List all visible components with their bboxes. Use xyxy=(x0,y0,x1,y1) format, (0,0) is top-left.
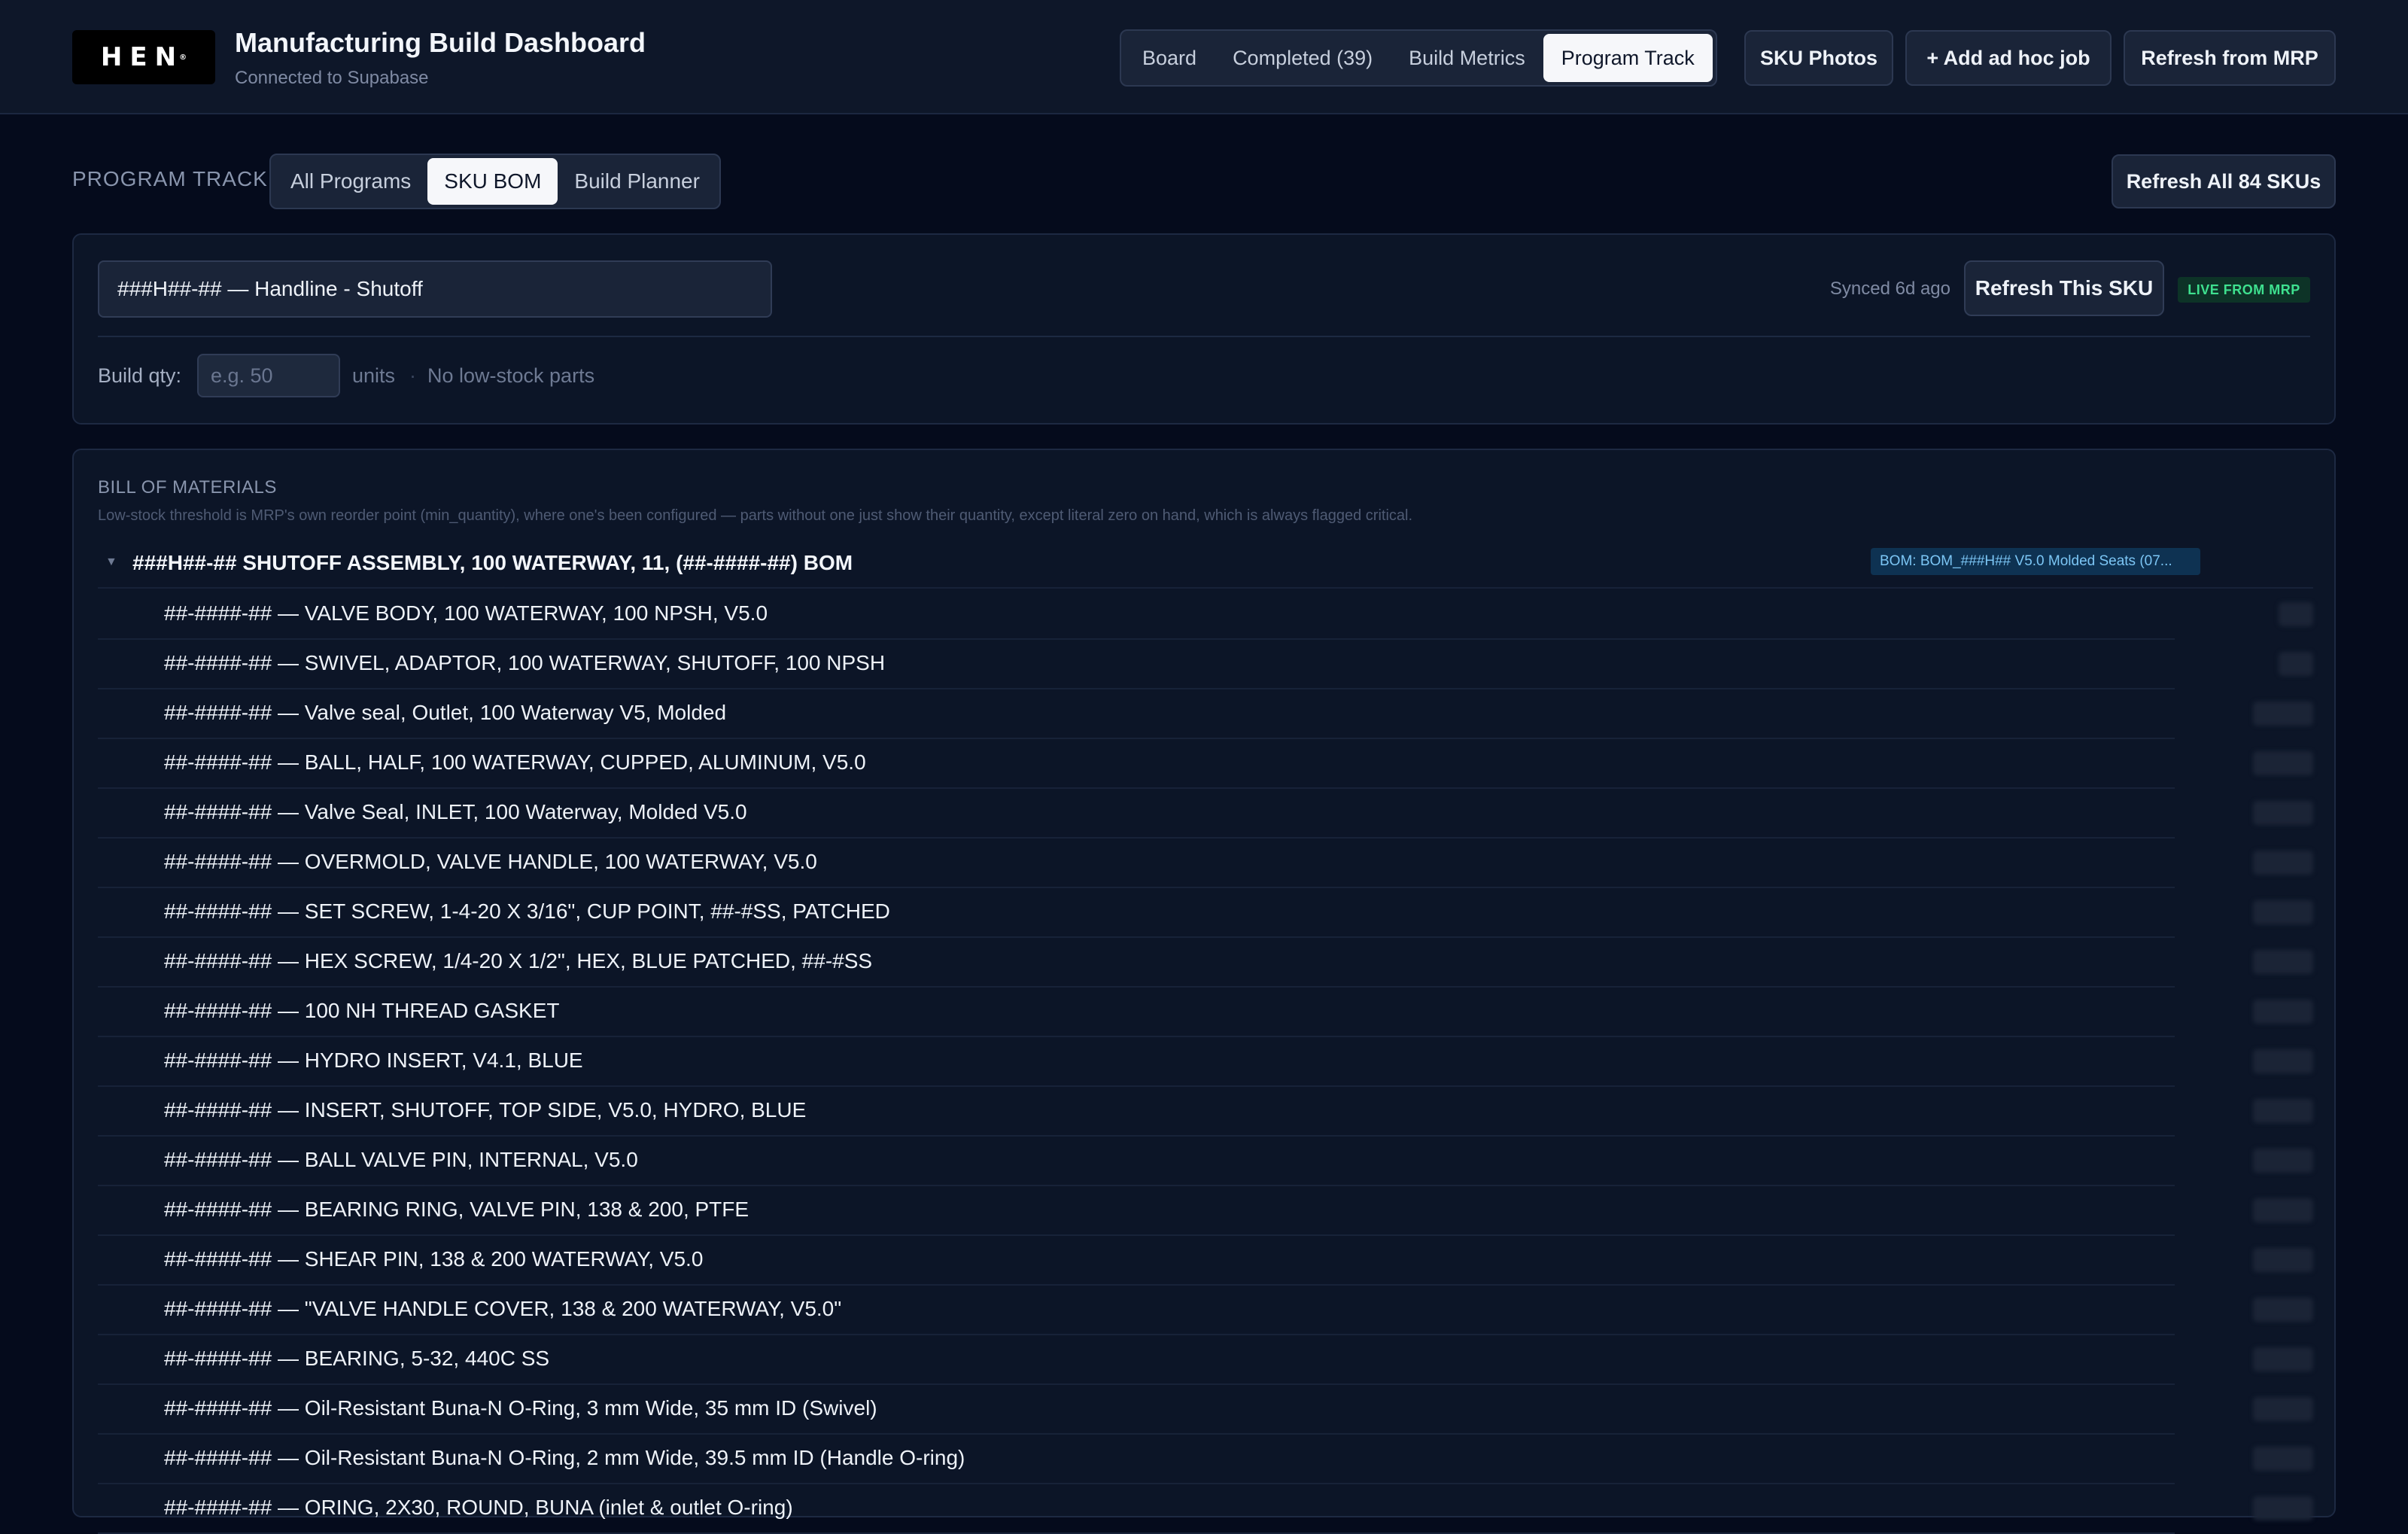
bom-part-label: ##-####-## — SET SCREW, 1-4-20 X 3/16", … xyxy=(164,899,890,923)
tab-completed[interactable]: Completed (39) xyxy=(1215,34,1391,82)
tab-build-metrics[interactable]: Build Metrics xyxy=(1391,34,1543,82)
bom-row: ##-####-## — Oil-Resistant Buna-N O-Ring… xyxy=(98,1385,2313,1435)
bom-row: ##-####-## — Valve seal, Outlet, 100 Wat… xyxy=(98,689,2313,739)
top-header: HEN ® Manufacturing Build Dashboard Conne… xyxy=(0,0,2408,114)
bom-part-label: ##-####-## — Oil-Resistant Buna-N O-Ring… xyxy=(164,1446,965,1469)
bom-row: ##-####-## — Oil-Resistant Buna-N O-Ring… xyxy=(98,1435,2313,1484)
redacted-quantity xyxy=(2253,1447,2313,1471)
hen-logo: HEN ® xyxy=(72,30,215,84)
redacted-quantity xyxy=(2253,1298,2313,1322)
tab-board[interactable]: Board xyxy=(1124,34,1215,82)
redacted-quantity xyxy=(2253,1347,2313,1371)
redacted-quantity xyxy=(2253,950,2313,974)
bom-row: ##-####-## — Valve Seal, INLET, 100 Wate… xyxy=(98,789,2313,839)
tab-build-planner[interactable]: Build Planner xyxy=(558,158,716,205)
bom-row: ##-####-## — ORING, 2X30, ROUND, BUNA (i… xyxy=(98,1484,2313,1534)
bom-part-label: ##-####-## — HEX SCREW, 1/4-20 X 1/2", H… xyxy=(164,949,873,972)
tab-sku-bom[interactable]: SKU BOM xyxy=(427,158,558,205)
main-nav-tabs: Board Completed (39) Build Metrics Progr… xyxy=(1120,29,1717,87)
bom-note: Low-stock threshold is MRP's own reorder… xyxy=(98,507,1413,524)
sku-panel: ###H##-## — Handline - Shutoff Synced 6d… xyxy=(72,233,2336,425)
bom-version-tag: BOM: BOM_###H## V5.0 Molded Seats (07... xyxy=(1871,548,2200,575)
bom-row: ##-####-## — OVERMOLD, VALVE HANDLE, 100… xyxy=(98,839,2313,888)
bom-part-label: ##-####-## — Valve seal, Outlet, 100 Wat… xyxy=(164,701,727,724)
bom-part-label: ##-####-## — BALL, HALF, 100 WATERWAY, C… xyxy=(164,750,866,774)
bom-part-label: ##-####-## — SWIVEL, ADAPTOR, 100 WATERW… xyxy=(164,651,886,674)
redacted-quantity xyxy=(2253,851,2313,875)
redacted-quantity xyxy=(2253,1049,2313,1073)
redacted-quantity xyxy=(2253,702,2313,726)
bom-row: ##-####-## — VALVE BODY, 100 WATERWAY, 1… xyxy=(98,590,2313,640)
program-track-label: PROGRAM TRACK xyxy=(72,167,268,190)
add-ad-hoc-job-button[interactable]: + Add ad hoc job xyxy=(1905,30,2112,86)
bom-row: ##-####-## — SWIVEL, ADAPTOR, 100 WATERW… xyxy=(98,640,2313,689)
low-stock-status: No low-stock parts xyxy=(427,364,595,387)
program-track-tabs: All Programs SKU BOM Build Planner xyxy=(269,154,721,209)
bom-row: ##-####-## — HYDRO INSERT, V4.1, BLUE xyxy=(98,1037,2313,1087)
redacted-quantity xyxy=(2253,751,2313,775)
bom-part-label: ##-####-## — SHEAR PIN, 138 & 200 WATERW… xyxy=(164,1247,704,1271)
redacted-quantity xyxy=(2279,602,2313,626)
sync-status: Synced 6d ago xyxy=(1829,278,1950,299)
bom-part-label: ##-####-## — BEARING, 5-32, 440C SS xyxy=(164,1347,550,1370)
divider xyxy=(98,336,2310,337)
tab-all-programs[interactable]: All Programs xyxy=(274,158,427,205)
bom-row: ##-####-## — SET SCREW, 1-4-20 X 3/16", … xyxy=(98,888,2313,938)
bom-row: ##-####-## — BALL, HALF, 100 WATERWAY, C… xyxy=(98,739,2313,789)
bom-part-label: ##-####-## — ORING, 2X30, ROUND, BUNA (i… xyxy=(164,1496,793,1519)
bom-part-label: ##-####-## — HYDRO INSERT, V4.1, BLUE xyxy=(164,1049,583,1072)
app-title: Manufacturing Build Dashboard xyxy=(235,27,646,58)
refresh-all-skus-button[interactable]: Refresh All 84 SKUs xyxy=(2112,154,2336,208)
bom-panel: BILL OF MATERIALS Low-stock threshold is… xyxy=(72,449,2336,1534)
bom-part-label: ##-####-## — INSERT, SHUTOFF, TOP SIDE, … xyxy=(164,1098,807,1122)
bom-part-label: ##-####-## — 100 NH THREAD GASKET xyxy=(164,999,560,1022)
bom-part-label: ##-####-## — Oil-Resistant Buna-N O-Ring… xyxy=(164,1396,877,1420)
bom-root-row[interactable]: ▼ ###H##-## SHUTOFF ASSEMBLY, 100 WATERW… xyxy=(98,539,2313,589)
bom-part-label: ##-####-## — OVERMOLD, VALVE HANDLE, 100… xyxy=(164,850,817,873)
bom-row: ##-####-## — BEARING RING, VALVE PIN, 13… xyxy=(98,1186,2313,1236)
bom-part-label: ##-####-## — BALL VALVE PIN, INTERNAL, V… xyxy=(164,1148,638,1171)
redacted-quantity xyxy=(2253,1496,2313,1520)
refresh-this-sku-button[interactable]: Refresh This SKU xyxy=(1964,260,2164,316)
units-label: units xyxy=(352,364,396,387)
bom-row: ##-####-## — "VALVE HANDLE COVER, 138 & … xyxy=(98,1286,2313,1335)
build-qty-input[interactable] xyxy=(197,354,340,397)
logo-text: HEN xyxy=(100,42,184,72)
connection-status: Connected to Supabase xyxy=(235,68,429,88)
sku-photos-button[interactable]: SKU Photos xyxy=(1744,30,1893,86)
bom-parts-list: ##-####-## — VALVE BODY, 100 WATERWAY, 1… xyxy=(98,590,2313,1534)
bom-row: ##-####-## — HEX SCREW, 1/4-20 X 1/2", H… xyxy=(98,938,2313,988)
redacted-quantity xyxy=(2253,801,2313,825)
chevron-down-icon[interactable]: ▼ xyxy=(105,555,117,569)
bom-row: ##-####-## — 100 NH THREAD GASKET xyxy=(98,988,2313,1037)
redacted-quantity xyxy=(2253,1248,2313,1272)
redacted-quantity xyxy=(2279,652,2313,676)
redacted-quantity xyxy=(2253,1000,2313,1024)
bom-part-label: ##-####-## — BEARING RING, VALVE PIN, 13… xyxy=(164,1198,749,1221)
bom-root-label: ###H##-## SHUTOFF ASSEMBLY, 100 WATERWAY… xyxy=(132,551,853,574)
bom-heading: BILL OF MATERIALS xyxy=(98,477,277,498)
separator-dot: · xyxy=(409,364,416,387)
bom-row: ##-####-## — BEARING, 5-32, 440C SS xyxy=(98,1335,2313,1385)
redacted-quantity xyxy=(2253,900,2313,924)
bom-row: ##-####-## — INSERT, SHUTOFF, TOP SIDE, … xyxy=(98,1087,2313,1137)
bom-part-label: ##-####-## — "VALVE HANDLE COVER, 138 & … xyxy=(164,1297,842,1320)
refresh-from-mrp-button[interactable]: Refresh from MRP xyxy=(2124,30,2336,86)
bom-row: ##-####-## — SHEAR PIN, 138 & 200 WATERW… xyxy=(98,1236,2313,1286)
redacted-quantity xyxy=(2253,1397,2313,1421)
sku-select[interactable]: ###H##-## — Handline - Shutoff xyxy=(98,260,772,318)
bom-part-label: ##-####-## — Valve Seal, INLET, 100 Wate… xyxy=(164,800,747,823)
redacted-quantity xyxy=(2253,1149,2313,1173)
redacted-quantity xyxy=(2253,1099,2313,1123)
build-qty-label: Build qty: xyxy=(98,364,182,387)
tab-program-track[interactable]: Program Track xyxy=(1543,34,1713,82)
live-from-mrp-badge: LIVE FROM MRP xyxy=(2178,277,2310,303)
redacted-quantity xyxy=(2253,1198,2313,1222)
bom-part-label: ##-####-## — VALVE BODY, 100 WATERWAY, 1… xyxy=(164,601,768,625)
bom-row: ##-####-## — BALL VALVE PIN, INTERNAL, V… xyxy=(98,1137,2313,1186)
